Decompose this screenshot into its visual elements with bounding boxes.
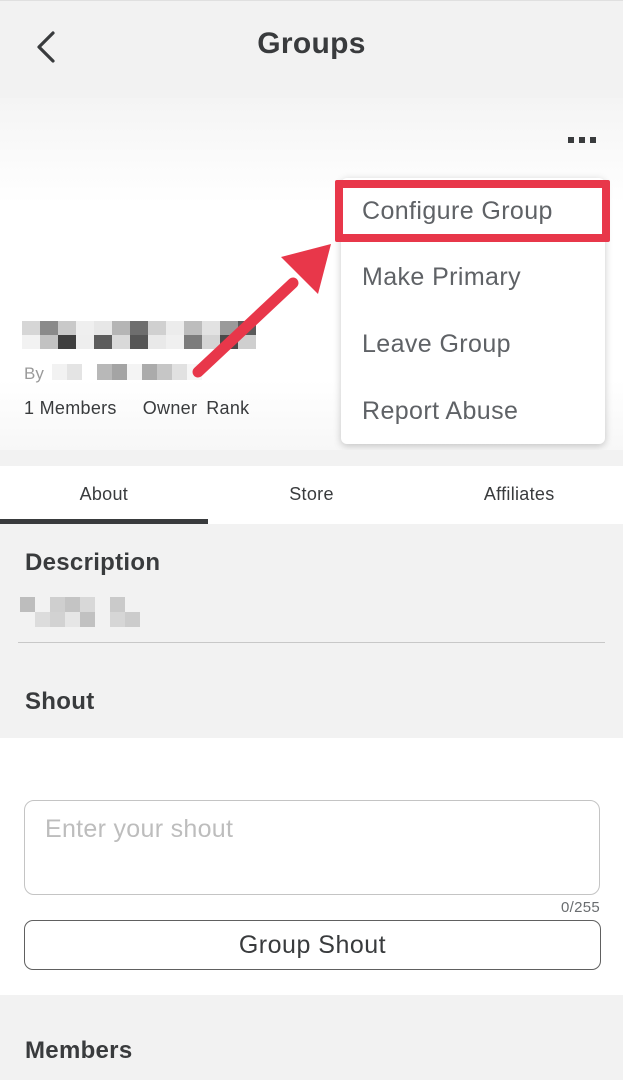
menu-item-leave-group[interactable]: Leave Group	[341, 311, 605, 377]
tab-affiliates[interactable]: Affiliates	[415, 466, 623, 524]
members-heading: Members	[25, 1037, 133, 1064]
tab-store-label: Store	[289, 483, 334, 504]
groups-screen: Groups By 1 Members Owner Rank Configure…	[0, 0, 623, 1080]
shout-heading: Shout	[25, 688, 95, 715]
menu-item-configure-group[interactable]: Configure Group	[341, 178, 605, 244]
page-title: Groups	[257, 27, 366, 60]
tab-store[interactable]: Store	[208, 466, 416, 524]
group-stats: 1 Members Owner Rank	[24, 398, 249, 419]
description-heading: Description	[25, 549, 161, 576]
redacted-group-name	[22, 321, 256, 349]
shout-area: 0/255 Group Shout	[0, 738, 623, 995]
section-divider	[18, 642, 605, 643]
more-horizontal-icon	[568, 137, 596, 143]
group-tabs: About Store Affiliates	[0, 466, 623, 524]
top-bar: Groups	[0, 0, 623, 98]
description-section: Description Shout	[0, 524, 623, 738]
more-options-button[interactable]	[560, 128, 604, 152]
user-rank: Owner Rank	[143, 398, 250, 419]
tab-about[interactable]: About	[0, 466, 208, 524]
rank-value: Owner	[142, 398, 198, 418]
shout-char-count: 0/255	[560, 899, 600, 916]
group-shout-button[interactable]: Group Shout	[24, 920, 601, 970]
member-count: 1 Members	[24, 398, 117, 418]
section-gap	[0, 450, 623, 466]
shout-input[interactable]	[24, 800, 600, 895]
owner-prefix: By	[24, 364, 44, 383]
members-section: Members	[0, 995, 623, 1080]
tab-about-label: About	[79, 483, 129, 504]
rank-label: Rank	[206, 398, 250, 418]
group-options-menu: Configure Group Make Primary Leave Group…	[341, 178, 605, 444]
menu-item-report-abuse[interactable]: Report Abuse	[341, 378, 605, 444]
menu-item-make-primary[interactable]: Make Primary	[341, 244, 605, 310]
redacted-owner-name	[52, 364, 202, 380]
redacted-description	[20, 597, 140, 629]
tab-affiliates-label: Affiliates	[483, 483, 555, 504]
